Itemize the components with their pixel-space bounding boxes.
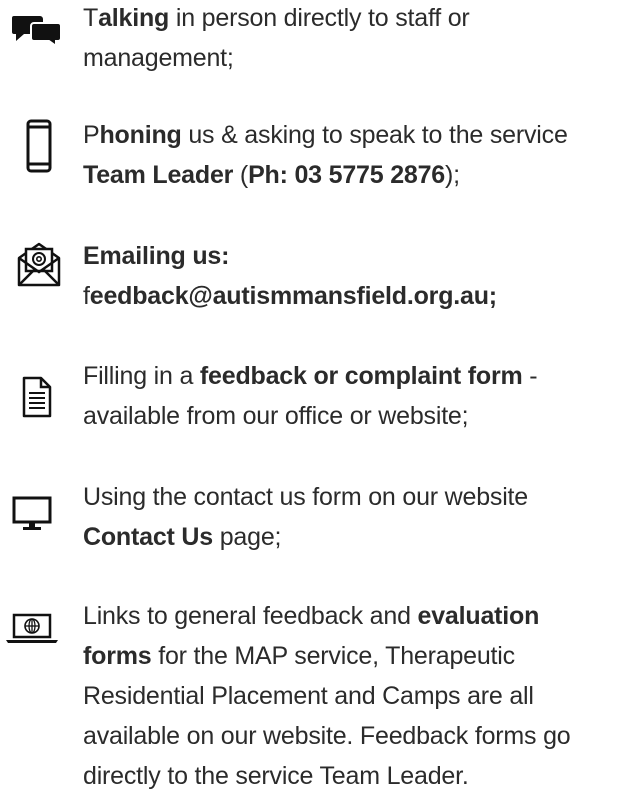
chat-bubbles-icon <box>12 16 62 46</box>
text-run: Residential Placement and Camps are all <box>83 682 534 710</box>
line: Contact Us page; <box>83 523 281 551</box>
line: available from our office or website; <box>83 402 469 430</box>
text-run: in person directly to staff or <box>169 4 470 32</box>
mobile-phone-icon <box>26 119 52 173</box>
bold-text-run: evaluation <box>417 602 540 630</box>
contact-method-text: Phoning us & asking to speak to the serv… <box>83 115 635 195</box>
text-run: directly to the service Team Leader. <box>83 762 469 790</box>
text-run: f <box>83 282 90 310</box>
contact-method-text: Emailing us: feedback@autismmansfield.or… <box>83 236 635 316</box>
line: Phoning us & asking to speak to the serv… <box>83 121 568 149</box>
bold-text-run: Team Leader <box>83 161 234 189</box>
bold-text-run: honing <box>99 121 182 149</box>
line: Talking in person directly to staff or <box>83 4 470 32</box>
text-run: P <box>83 121 100 149</box>
bold-text-run: alking <box>98 4 170 32</box>
text-run: for the MAP service, Therapeutic <box>151 642 515 670</box>
text-run: ); <box>445 161 460 189</box>
line: Using the contact us form on our website <box>83 483 528 511</box>
document-form-icon <box>22 376 52 418</box>
line: Team Leader (Ph: 03 5775 2876); <box>83 161 460 189</box>
contact-method-text: Using the contact us form on our website… <box>83 477 635 557</box>
line: Filling in a feedback or complaint form … <box>83 362 538 390</box>
desktop-monitor-icon <box>12 496 52 530</box>
bold-text-run: Emailing us: <box>83 242 230 270</box>
text-run: Filling in a <box>83 362 200 390</box>
text-run: us & asking to speak to the service <box>181 121 568 149</box>
line: available on our website. Feedback forms… <box>83 722 571 750</box>
line: Links to general feedback and evaluation <box>83 602 539 630</box>
line: management; <box>83 44 234 72</box>
line: Emailing us: <box>83 242 229 270</box>
contact-method-text: Links to general feedback and evaluation… <box>83 596 635 796</box>
laptop-globe-icon <box>6 613 58 643</box>
text-run: page; <box>212 523 282 551</box>
bold-text-run: feedback or complaint form <box>199 362 523 390</box>
bold-text-run: eedback@autismmansfield.org.au; <box>89 282 497 310</box>
bold-text-run: Contact Us <box>83 523 213 551</box>
line: feedback@autismmansfield.org.au; <box>83 282 497 310</box>
text-run: T <box>83 4 99 32</box>
text-run: management; <box>83 44 234 72</box>
contact-method-text: Talking in person directly to staff or m… <box>83 0 635 78</box>
text-run: - <box>522 362 538 390</box>
bold-text-run: Ph: 03 5775 2876 <box>248 161 446 189</box>
line: directly to the service Team Leader. <box>83 762 469 790</box>
text-run: Links to general feedback and <box>83 602 418 630</box>
text-run: available on our website. Feedback forms… <box>83 722 571 750</box>
bold-text-run: forms <box>83 642 152 670</box>
text-run: available from our office or website; <box>83 402 469 430</box>
email-envelope-icon <box>17 242 61 287</box>
contact-method-text: Filling in a feedback or complaint form … <box>83 356 635 436</box>
line: Residential Placement and Camps are all <box>83 682 534 710</box>
line: forms for the MAP service, Therapeutic <box>83 642 515 670</box>
text-run: Using the contact us form on our website <box>83 483 529 511</box>
text-run: ( <box>233 161 249 189</box>
